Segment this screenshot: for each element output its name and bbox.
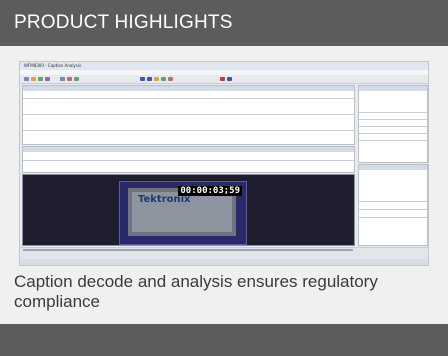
- app-statusbar: [20, 259, 428, 265]
- footer-bar: [0, 324, 448, 356]
- toolbar-icon: [140, 77, 145, 81]
- video-preview: Tektronix 00:00:03;59: [22, 174, 355, 246]
- app-window-title: WFM8300 - Caption Analysis: [24, 63, 82, 68]
- panel-header: [23, 147, 354, 152]
- toolbar-icon: [220, 77, 225, 81]
- video-frame: Tektronix 00:00:03;59: [119, 181, 247, 245]
- panel-header: [359, 165, 427, 170]
- toolbar-icon: [24, 77, 29, 81]
- caption-services-panel: [22, 146, 355, 173]
- product-screenshot: WFM8300 - Caption Analysis File Display …: [19, 61, 429, 266]
- toolbar-icon: [60, 77, 65, 81]
- toolbar-icon: [168, 77, 173, 81]
- service-settings-panel: [358, 164, 428, 246]
- toolbar-icon: [154, 77, 159, 81]
- caption-decode-panel: [22, 85, 355, 145]
- toolbar-icon: [67, 77, 72, 81]
- toolbar-icon: [31, 77, 36, 81]
- panel-header: [359, 86, 427, 91]
- toolbar-icon: [147, 77, 152, 81]
- toolbar-icon: [227, 77, 232, 81]
- app-window-titlebar: WFM8300 - Caption Analysis: [20, 62, 428, 70]
- product-highlights-header: PRODUCT HIGHLIGHTS: [0, 0, 448, 46]
- screenshot-caption: Caption decode and analysis ensures regu…: [14, 272, 378, 311]
- toolbar-icon: [74, 77, 79, 81]
- app-toolbar: [20, 75, 428, 84]
- caption-properties-panel: [358, 85, 428, 163]
- toolbar-icon: [38, 77, 43, 81]
- header-title: PRODUCT HIGHLIGHTS: [14, 12, 233, 33]
- toolbar-icon: [161, 77, 166, 81]
- timecode-display: 00:00:03;59: [178, 186, 242, 196]
- toolbar-icon: [45, 77, 50, 81]
- panel-header: [23, 86, 354, 91]
